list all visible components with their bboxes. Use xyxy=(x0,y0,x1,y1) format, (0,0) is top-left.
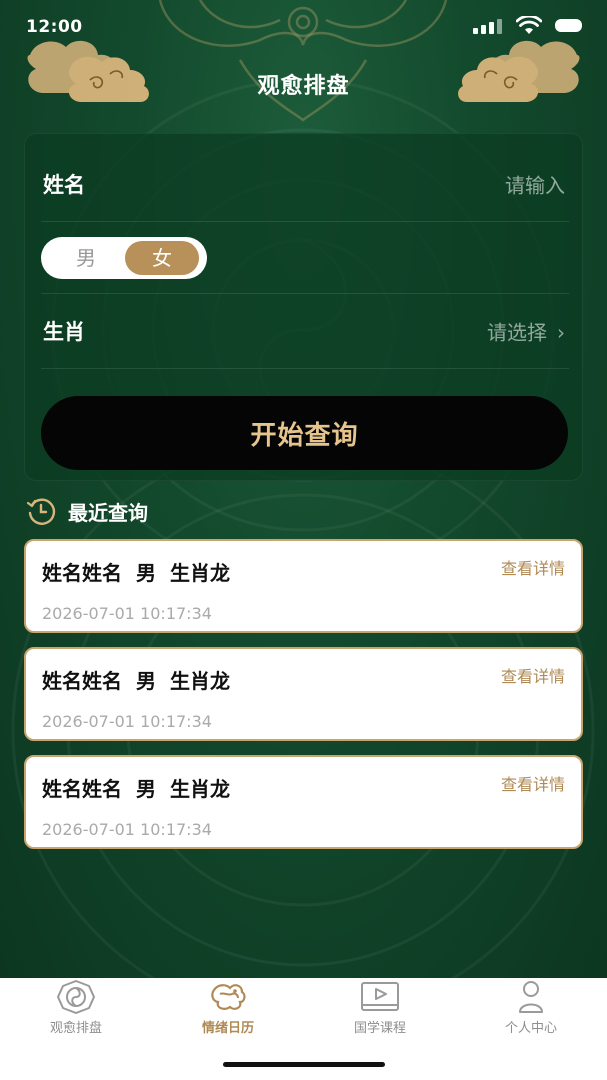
query-form-card: 姓名 请输入 男 女 生肖 请选择 › 开始查询 xyxy=(24,133,583,481)
view-details-link[interactable]: 查看详情 xyxy=(501,771,565,795)
tab-label: 情绪日历 xyxy=(201,1021,254,1036)
record-name: 姓名姓名 xyxy=(42,561,122,585)
record-gender: 男 xyxy=(136,777,156,801)
tab-guanyu-paipan[interactable]: 观愈排盘 xyxy=(0,978,152,1048)
record-gender: 男 xyxy=(136,561,156,585)
recent-queries-title: 最近查询 xyxy=(68,500,148,525)
dragon-icon xyxy=(211,984,246,1010)
record-datetime: 2026-07-01 10:17:34 xyxy=(42,712,212,731)
tab-label: 观愈排盘 xyxy=(49,1021,102,1036)
gender-option-female[interactable]: 女 xyxy=(125,241,199,275)
tab-label: 个人中心 xyxy=(504,1021,557,1036)
play-video-icon xyxy=(361,982,399,1011)
record-gender: 男 xyxy=(136,669,156,693)
record-summary: 姓名姓名男生肖龙 xyxy=(42,557,230,586)
status-time: 12:00 xyxy=(26,17,83,37)
cellular-signal-icon xyxy=(473,18,503,34)
recent-record[interactable]: 姓名姓名男生肖龙 查看详情 2026-07-01 10:17:34 xyxy=(24,647,583,741)
chevron-right-icon: › xyxy=(557,320,565,345)
view-details-link[interactable]: 查看详情 xyxy=(501,555,565,579)
tab-profile[interactable]: 个人中心 xyxy=(455,978,607,1048)
zodiac-row[interactable]: 生肖 请选择 › xyxy=(41,295,569,369)
wifi-icon xyxy=(516,16,542,34)
record-name: 姓名姓名 xyxy=(42,669,122,693)
record-zodiac: 生肖龙 xyxy=(170,777,230,801)
status-bar: 12:00 xyxy=(0,0,607,54)
home-indicator[interactable] xyxy=(223,1062,385,1067)
battery-icon xyxy=(555,19,582,32)
view-details-link[interactable]: 查看详情 xyxy=(501,663,565,687)
name-row[interactable]: 姓名 请输入 xyxy=(41,148,569,222)
record-zodiac: 生肖龙 xyxy=(170,561,230,585)
tab-guoxue-courses[interactable]: 国学课程 xyxy=(304,978,456,1048)
name-label: 姓名 xyxy=(43,173,85,197)
person-icon xyxy=(519,981,543,1013)
recent-queries-header: 最近查询 xyxy=(26,497,148,525)
tab-emotion-calendar[interactable]: 情绪日历 xyxy=(152,978,304,1048)
recent-record[interactable]: 姓名姓名男生肖龙 查看详情 2026-07-01 10:17:34 xyxy=(24,755,583,849)
zodiac-label: 生肖 xyxy=(43,320,85,344)
record-name: 姓名姓名 xyxy=(42,777,122,801)
record-summary: 姓名姓名男生肖龙 xyxy=(42,773,230,802)
zodiac-select[interactable]: 请选择 › xyxy=(487,317,565,346)
record-datetime: 2026-07-01 10:17:34 xyxy=(42,604,212,623)
record-datetime: 2026-07-01 10:17:34 xyxy=(42,820,212,839)
tab-label: 国学课程 xyxy=(353,1021,406,1036)
record-summary: 姓名姓名男生肖龙 xyxy=(42,665,230,694)
record-zodiac: 生肖龙 xyxy=(170,669,230,693)
name-input[interactable]: 请输入 xyxy=(505,170,565,199)
history-clock-icon xyxy=(26,498,56,525)
recent-record[interactable]: 姓名姓名男生肖龙 查看详情 2026-07-01 10:17:34 xyxy=(24,539,583,633)
page-title: 观愈排盘 xyxy=(257,74,350,99)
gender-option-male[interactable]: 男 xyxy=(49,241,123,275)
gender-toggle[interactable]: 男 女 xyxy=(41,237,207,279)
app-screen: 12:00 观愈排盘 姓名 请输入 男 女 生肖 请选择 › 开始查询 最近查询… xyxy=(0,0,607,1080)
zodiac-placeholder: 请选择 xyxy=(487,320,547,345)
bagua-icon xyxy=(56,980,96,1014)
start-query-button[interactable]: 开始查询 xyxy=(41,396,568,470)
